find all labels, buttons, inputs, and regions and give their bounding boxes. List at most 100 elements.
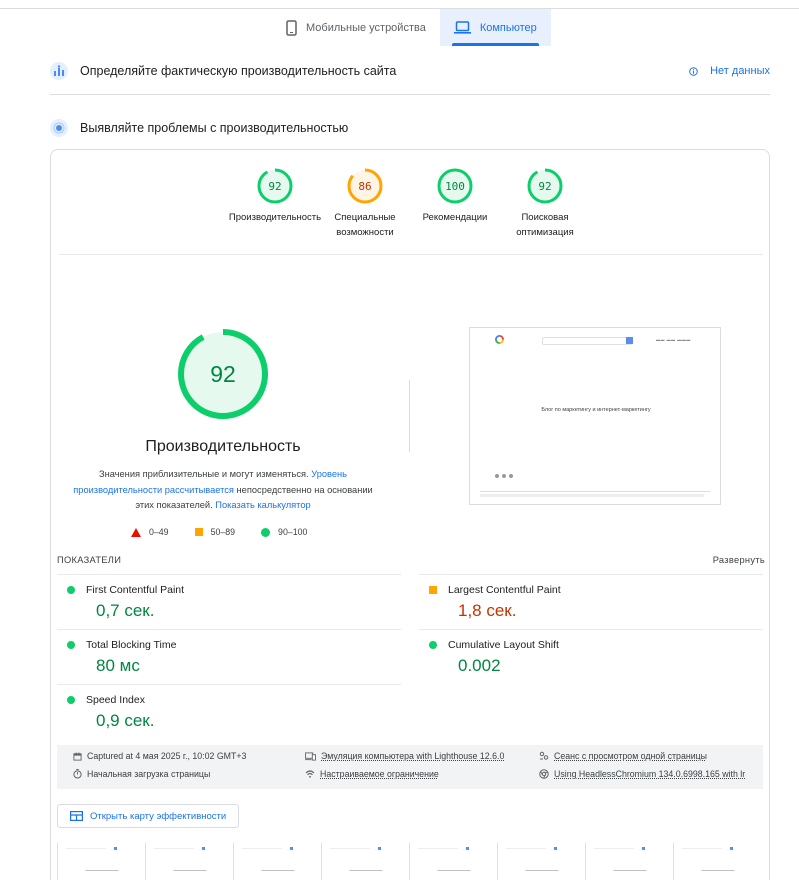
- section-divider: [50, 94, 770, 95]
- tab-mobile-label: Мобильные устройства: [306, 21, 426, 34]
- score-gauge: 92: [527, 168, 563, 204]
- performance-description: Значения приблизительные и могут изменят…: [73, 469, 373, 510]
- initial-load-info: Начальная загрузка страницы: [73, 769, 210, 779]
- chrome-icon: [539, 769, 549, 779]
- lab-data-title: Выявляйте проблемы с производительностью: [80, 121, 349, 135]
- gauge-seo[interactable]: 92 Поисковая оптимизация: [495, 168, 595, 240]
- page-screenshot: ▬▬ ▬▬ ▬▬▬ Блог по маркетингу и интернет-…: [469, 327, 721, 505]
- filmstrip-frame: ▬▬▬▬▬▬▬▬▬▬▬: [673, 843, 761, 880]
- thumb-search-button: [626, 337, 633, 344]
- treemap-icon: [70, 811, 83, 821]
- gauge-label: Поисковая оптимизация: [516, 212, 574, 238]
- thumb-footer-bar: [480, 494, 704, 497]
- timer-icon: [73, 769, 82, 779]
- svg-text:100: 100: [445, 180, 465, 193]
- lab-data-icon: [50, 119, 68, 137]
- square-icon: [194, 528, 203, 536]
- open-treemap-label: Открыть карту эффективности: [90, 810, 227, 822]
- triangle-icon: [131, 527, 141, 537]
- gauge-performance[interactable]: 92 Производительность: [225, 168, 325, 225]
- good-indicator-icon: [67, 641, 75, 649]
- field-data-title: Определяйте фактическую производительнос…: [80, 64, 397, 78]
- average-indicator-icon: [429, 586, 437, 594]
- metric-cls: Cumulative Layout Shift 0.002: [429, 639, 769, 676]
- field-data-section: Определяйте фактическую производительнос…: [50, 60, 770, 82]
- devices-icon: [305, 751, 316, 761]
- no-data-link[interactable]: Нет данных: [689, 65, 770, 77]
- browser-info[interactable]: Using HeadlessChromium 134.0.6998.165 wi…: [539, 769, 745, 779]
- good-indicator-icon: [67, 696, 75, 704]
- circle-icon: [261, 527, 271, 537]
- metric-value: 80 мс: [96, 656, 140, 675]
- gauge-label: Рекомендации: [422, 212, 488, 223]
- legend-poor: 0–49: [131, 527, 169, 537]
- tab-desktop-label: Компьютер: [479, 21, 537, 34]
- filmstrip-frame: ▬▬▬▬▬▬▬▬▬▬▬: [233, 843, 321, 880]
- site-logo-icon: [495, 335, 504, 344]
- thumb-social-icons: [495, 474, 513, 478]
- metric-tbt: Total Blocking Time 80 мс: [67, 639, 407, 676]
- metric-divider: [57, 629, 401, 630]
- filmstrip-frame: ▬▬▬▬▬▬▬▬▬▬▬: [409, 843, 497, 880]
- svg-text:86: 86: [358, 180, 371, 193]
- filmstrip-frame: ▬▬▬▬▬▬▬▬▬▬▬: [57, 843, 145, 880]
- thumb-headline: Блог по маркетингу и интернет-маркетингу: [541, 407, 651, 413]
- vertical-divider: [409, 380, 410, 452]
- svg-text:92: 92: [268, 180, 281, 193]
- gauge-label: Производительность: [228, 212, 322, 223]
- wifi-icon: [305, 770, 315, 778]
- card-divider: [59, 254, 763, 255]
- laptop-icon: [453, 21, 471, 34]
- filmstrip-frame: ▬▬▬▬▬▬▬▬▬▬▬: [145, 843, 233, 880]
- metric-value: 1,8 сек.: [458, 601, 517, 620]
- svg-text:92: 92: [210, 361, 236, 387]
- expand-toggle[interactable]: Развернуть: [713, 555, 765, 565]
- metric-value: 0,9 сек.: [96, 711, 155, 730]
- good-indicator-icon: [429, 641, 437, 649]
- no-data-label: Нет данных: [710, 65, 770, 77]
- metric-value: 0.002: [458, 656, 501, 675]
- filmstrip-frame: ▬▬▬▬▬▬▬▬▬▬▬: [321, 843, 409, 880]
- session-info[interactable]: Сеанс с просмотром одной страницы: [539, 751, 707, 761]
- metric-value: 0,7 сек.: [96, 601, 155, 620]
- smartphone-icon: [286, 19, 297, 36]
- metric-lcp: Largest Contentful Paint 1,8 сек.: [429, 584, 769, 621]
- metric-si: Speed Index 0,9 сек.: [67, 694, 407, 731]
- svg-text:92: 92: [538, 180, 551, 193]
- score-gauge: 86: [347, 168, 383, 204]
- users-icon: [539, 751, 549, 760]
- performance-title: Производительность: [145, 438, 301, 455]
- thumb-search-bar: [542, 337, 632, 345]
- performance-score-gauge: 92: [178, 329, 268, 419]
- info-icon: [689, 66, 698, 76]
- score-gauge: 100: [437, 168, 473, 204]
- calendar-icon: [73, 751, 82, 761]
- category-gauges: 92 Производительность 86 Специальные воз…: [51, 168, 771, 248]
- thumb-nav: ▬▬ ▬▬ ▬▬▬: [656, 337, 691, 342]
- lab-data-section: Выявляйте проблемы с производительностью: [50, 117, 770, 139]
- score-gauge: 92: [257, 168, 293, 204]
- good-indicator-icon: [67, 586, 75, 594]
- field-data-icon: [50, 62, 68, 80]
- metric-divider: [57, 574, 401, 575]
- open-treemap-button[interactable]: Открыть карту эффективности: [57, 804, 240, 828]
- thumb-footer-line: [480, 491, 710, 492]
- gauge-best-practices[interactable]: 100 Рекомендации: [405, 168, 505, 225]
- score-legend: 0–49 50–89 90–100: [131, 527, 307, 537]
- filmstrip-frame: ▬▬▬▬▬▬▬▬▬▬▬: [585, 843, 673, 880]
- legend-average: 50–89: [194, 527, 235, 537]
- throttling-info[interactable]: Настраиваемое ограничение: [305, 769, 439, 779]
- legend-good: 90–100: [261, 527, 307, 537]
- gauge-accessibility[interactable]: 86 Специальные возможности: [315, 168, 415, 240]
- show-calculator-link[interactable]: Показать калькулятор: [215, 500, 310, 510]
- metric-divider: [57, 684, 401, 685]
- gauge-label: Специальные возможности: [334, 212, 396, 238]
- emulation-info[interactable]: Эмуляция компьютера with Lighthouse 12.6…: [305, 751, 504, 761]
- tab-desktop[interactable]: Компьютер: [439, 9, 551, 46]
- filmstrip-frame: ▬▬▬▬▬▬▬▬▬▬▬: [497, 843, 585, 880]
- captured-info: Captured at 4 мая 2025 г., 10:02 GMT+3: [73, 751, 246, 761]
- report-card: 92 Производительность 86 Специальные воз…: [50, 149, 770, 880]
- tab-mobile[interactable]: Мобильные устройства: [272, 9, 440, 46]
- filmstrip: ▬▬▬▬▬▬▬▬▬▬▬ ▬▬▬▬▬▬▬▬▬▬▬ ▬▬▬▬▬▬▬▬▬▬▬ ▬▬▬▬…: [57, 843, 763, 880]
- device-tabs: Мобильные устройства Компьютер: [272, 9, 551, 46]
